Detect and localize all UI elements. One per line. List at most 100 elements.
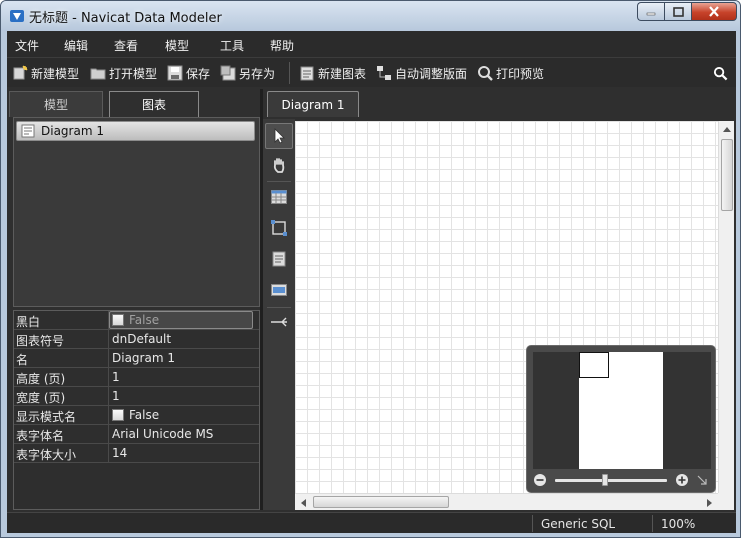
property-value[interactable]: 1: [112, 370, 120, 384]
property-value[interactable]: False: [109, 311, 253, 329]
hand-icon: [273, 158, 285, 173]
view-tool[interactable]: [265, 215, 293, 241]
property-value[interactable]: False: [112, 408, 159, 422]
auto-layout-label: 自动调整版面: [395, 66, 468, 81]
scroll-right-icon[interactable]: [707, 499, 713, 507]
save-as-button[interactable]: 另存为: [220, 64, 275, 82]
new-model-button[interactable]: 新建模型: [12, 64, 79, 82]
property-row[interactable]: 高度 (页) 1: [14, 368, 259, 387]
navicat-app-icon: [10, 10, 24, 22]
property-value[interactable]: Arial Unicode MS: [112, 427, 213, 441]
horizontal-scroll-thumb[interactable]: [313, 496, 449, 508]
table-tool[interactable]: [265, 184, 293, 210]
menu-file[interactable]: 文件: [15, 37, 39, 54]
palette-separator: [267, 181, 291, 182]
scroll-left-icon[interactable]: [300, 499, 306, 507]
save-button[interactable]: 保存: [167, 64, 210, 82]
tab-diagram-1[interactable]: Diagram 1: [267, 91, 359, 117]
menu-view[interactable]: 查看: [114, 37, 138, 54]
menu-edit[interactable]: 编辑: [64, 37, 88, 54]
property-row[interactable]: 显示模式名 False: [14, 406, 259, 425]
title-bar[interactable]: 无标题 - Navicat Data Modeler: [1, 1, 740, 31]
property-row[interactable]: 宽度 (页) 1: [14, 387, 259, 406]
note-icon: [272, 251, 286, 267]
overview-map[interactable]: [533, 352, 711, 469]
tool-palette: [263, 119, 295, 510]
menu-bar: 文件 编辑 查看 模型 工具 帮助: [7, 31, 736, 57]
doc-tab-label: Diagram 1: [281, 97, 345, 112]
overview-viewport-frame[interactable]: [579, 352, 609, 378]
menu-model[interactable]: 模型: [165, 37, 189, 54]
vertical-scroll-thumb[interactable]: [721, 139, 733, 211]
print-preview-icon: [478, 66, 493, 81]
pointer-tool[interactable]: [265, 123, 293, 149]
checkbox[interactable]: [112, 314, 124, 326]
open-model-button[interactable]: 打开模型: [90, 64, 157, 82]
save-as-label: 另存为: [239, 66, 276, 81]
maximize-icon: [672, 6, 684, 17]
zoom-slider-knob[interactable]: [602, 474, 609, 486]
horizontal-scrollbar[interactable]: [295, 493, 718, 510]
checkbox[interactable]: [112, 409, 124, 421]
search-icon: [713, 66, 728, 80]
property-key: 名: [16, 353, 29, 367]
new-model-icon: [13, 65, 28, 80]
property-row[interactable]: 名 Diagram 1: [14, 349, 259, 368]
search-button[interactable]: [713, 64, 728, 82]
diagram-icon: [21, 124, 35, 138]
auto-layout-button[interactable]: 自动调整版面: [376, 64, 467, 82]
print-preview-button[interactable]: 打印预览: [477, 64, 544, 82]
note-tool[interactable]: [265, 246, 293, 272]
property-value[interactable]: 14: [112, 446, 127, 460]
menu-help[interactable]: 帮助: [270, 37, 294, 54]
zoom-out-icon[interactable]: [533, 473, 547, 487]
left-panel-tabs: 模型 图表: [9, 89, 259, 117]
close-button[interactable]: [691, 2, 737, 21]
view-icon: [271, 220, 287, 236]
property-key: 黑白: [16, 315, 41, 329]
tab-diagram[interactable]: 图表: [109, 91, 199, 117]
zoom-in-icon[interactable]: [675, 473, 689, 487]
new-diagram-button[interactable]: 新建图表: [299, 64, 366, 82]
folder-icon: [90, 68, 106, 80]
property-key: 显示模式名: [16, 410, 77, 424]
maximize-button[interactable]: [664, 2, 691, 21]
scroll-up-icon[interactable]: [723, 126, 731, 132]
label-tool[interactable]: [265, 277, 293, 303]
property-value-text: False: [129, 408, 160, 422]
property-row[interactable]: 黑白 False: [14, 311, 259, 330]
relation-icon: [271, 317, 287, 327]
status-bar: Generic SQL 100%: [7, 512, 736, 533]
status-zoom: 100%: [652, 515, 736, 532]
print-preview-label: 打印预览: [496, 66, 545, 81]
tree-item-diagram[interactable]: Diagram 1: [16, 121, 255, 141]
property-row[interactable]: 表字体名 Arial Unicode MS: [14, 425, 259, 444]
resize-corner-icon[interactable]: [697, 475, 707, 485]
minimize-button[interactable]: [637, 2, 664, 21]
tab-model[interactable]: 模型: [9, 91, 103, 117]
zoom-slider[interactable]: [555, 479, 667, 482]
property-value[interactable]: Diagram 1: [112, 351, 175, 365]
document-tabs: Diagram 1: [263, 89, 736, 117]
window-controls: [637, 2, 737, 21]
vertical-scrollbar[interactable]: [718, 121, 734, 493]
zoom-control: [533, 472, 711, 488]
property-row[interactable]: 图表符号 dnDefault: [14, 330, 259, 349]
property-key: 图表符号: [16, 334, 65, 348]
property-value[interactable]: 1: [112, 389, 120, 403]
hand-tool[interactable]: [265, 152, 293, 178]
tab-diagram-label: 图表: [141, 98, 166, 112]
property-value[interactable]: dnDefault: [112, 332, 171, 346]
column-divider: [108, 444, 109, 463]
pointer-icon: [274, 128, 285, 144]
new-diagram-label: 新建图表: [318, 66, 367, 81]
menu-tools[interactable]: 工具: [220, 37, 244, 54]
status-database: Generic SQL: [532, 515, 652, 532]
tab-model-label: 模型: [43, 98, 68, 112]
close-icon: [709, 6, 719, 17]
relation-tool[interactable]: [265, 309, 293, 335]
toolbar: 新建模型 打开模型 保存 另存为 新建图表 自动调整版面 打印预览: [7, 57, 736, 87]
property-row[interactable]: 表字体大小 14: [14, 444, 259, 463]
tree-item-label: Diagram 1: [41, 124, 104, 138]
property-key: 宽度 (页): [16, 391, 66, 405]
